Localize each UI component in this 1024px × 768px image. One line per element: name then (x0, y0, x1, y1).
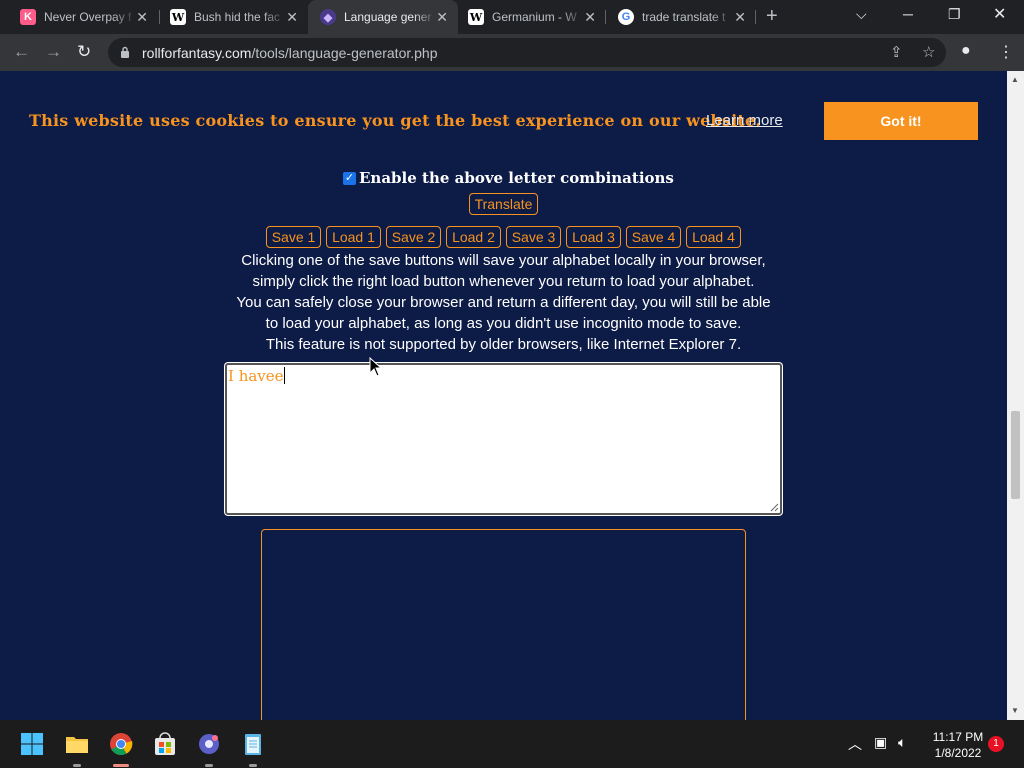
info-line: simply click the right load button whene… (252, 273, 755, 290)
scroll-thumb[interactable] (1011, 411, 1020, 499)
save-load-info: Clicking one of the save buttons will sa… (200, 250, 807, 355)
page-content: This website uses cookies to ensure you … (0, 71, 1007, 720)
tab-title: Language gener (344, 10, 432, 24)
tab-title: Bush hid the fac (194, 10, 281, 24)
save-4-button[interactable]: Save 4 (626, 226, 681, 248)
tab-trade-translate[interactable]: G trade translate t ✕ (606, 0, 756, 34)
dice-icon: ◆ (320, 9, 336, 25)
translation-input[interactable]: I havee (225, 363, 782, 515)
chrome-icon[interactable] (109, 732, 133, 756)
load-3-button[interactable]: Load 3 (566, 226, 621, 248)
url-text[interactable]: rollforfantasy.com/tools/language-genera… (142, 45, 438, 61)
back-arrow-icon[interactable]: ← (13, 42, 30, 62)
info-line: This feature is not supported by older b… (265, 336, 742, 353)
close-tab-icon[interactable]: ✕ (436, 9, 448, 26)
running-indicator (205, 764, 213, 767)
tab-divider (755, 10, 756, 24)
cookie-message: This website uses cookies to ensure you … (29, 111, 762, 130)
running-indicator (73, 764, 81, 767)
lock-icon[interactable] (120, 46, 130, 58)
k-logo-icon: K (20, 9, 36, 25)
show-hidden-icons-chevron-icon[interactable]: ︿ (848, 734, 862, 754)
resize-handle-icon[interactable] (769, 502, 779, 512)
translation-output (261, 529, 746, 720)
close-tab-icon[interactable]: ✕ (136, 9, 148, 26)
tab-bush-hid-the-facts[interactable]: W Bush hid the fac ✕ (158, 0, 308, 34)
windows-taskbar: ︿ ▣ 🔈︎ 11:17 PM 1/8/2022 1 (0, 720, 1024, 768)
close-tab-icon[interactable]: ✕ (734, 9, 746, 26)
windows-start-icon[interactable] (20, 732, 44, 756)
save-2-button[interactable]: Save 2 (386, 226, 441, 248)
forward-arrow-icon[interactable]: → (45, 42, 62, 62)
tab-germanium[interactable]: W Germanium - W ✕ (456, 0, 606, 34)
load-1-button[interactable]: Load 1 (326, 226, 381, 248)
minimize-icon[interactable]: ─ (903, 6, 913, 22)
active-indicator (113, 764, 129, 767)
tab-title: trade translate t (642, 10, 726, 24)
notification-badge[interactable]: 1 (988, 736, 1004, 752)
cookie-accept-button[interactable]: Got it! (824, 102, 978, 140)
microsoft-store-icon[interactable] (153, 732, 177, 756)
google-icon: G (618, 9, 634, 25)
clock-date: 1/8/2022 (934, 746, 982, 760)
restore-icon[interactable]: ❐ (948, 6, 961, 23)
load-4-button[interactable]: Load 4 (686, 226, 741, 248)
close-tab-icon[interactable]: ✕ (584, 9, 596, 26)
running-indicator (249, 764, 257, 767)
info-line: to load your alphabet, as long as you di… (265, 315, 742, 332)
tab-strip: K Never Overpay f ✕ W Bush hid the fac ✕… (0, 0, 1024, 34)
enable-combinations-row: ✓ Enable the above letter combinations (343, 169, 674, 187)
tab-search-chevron-icon[interactable]: ⌵ (856, 6, 867, 23)
browser-toolbar: ← → ↻ rollforfantasy.com/tools/language-… (0, 34, 1024, 71)
mouse-pointer-icon (369, 357, 383, 377)
close-tab-icon[interactable]: ✕ (286, 9, 298, 26)
save-1-button[interactable]: Save 1 (266, 226, 321, 248)
scroll-up-arrow-icon[interactable]: ▲ (1011, 75, 1019, 84)
enable-combinations-checkbox[interactable]: ✓ (343, 171, 356, 185)
clock-time: 11:17 PM (932, 730, 984, 744)
profile-icon[interactable]: ● (961, 42, 971, 60)
media-player-icon[interactable] (197, 732, 221, 756)
url-host: rollforfantasy.com (142, 45, 252, 61)
wikipedia-icon: W (170, 9, 186, 25)
close-window-icon[interactable]: ✕ (993, 4, 1006, 24)
translate-button[interactable]: Translate (469, 193, 538, 215)
save-3-button[interactable]: Save 3 (506, 226, 561, 248)
tab-title: Never Overpay f (44, 10, 132, 24)
load-2-button[interactable]: Load 2 (446, 226, 501, 248)
page-scrollbar[interactable]: ▲ ▼ (1007, 71, 1024, 720)
info-line: You can safely close your browser and re… (236, 294, 771, 311)
translation-input-value[interactable]: I havee (228, 367, 285, 385)
scroll-down-arrow-icon[interactable]: ▼ (1011, 706, 1019, 715)
new-tab-plus-icon[interactable]: + (766, 5, 778, 28)
wikipedia-icon: W (468, 9, 484, 25)
enable-combinations-label[interactable]: Enable the above letter combinations (359, 169, 674, 187)
reload-icon[interactable]: ↻ (77, 42, 91, 62)
text-caret (283, 367, 285, 384)
tab-language-generator[interactable]: ◆ Language gener ✕ (308, 0, 458, 34)
info-line: Clicking one of the save buttons will sa… (241, 252, 766, 269)
notepad-icon[interactable] (241, 732, 265, 756)
tab-title: Germanium - W (492, 10, 577, 24)
system-clock[interactable]: 11:17 PM 1/8/2022 (928, 729, 988, 761)
url-path: /tools/language-generator.php (251, 45, 438, 61)
tab-never-overpay[interactable]: K Never Overpay f ✕ (8, 0, 158, 34)
address-bar[interactable]: rollforfantasy.com/tools/language-genera… (108, 38, 946, 67)
bookmark-star-icon[interactable]: ☆ (922, 43, 935, 61)
volume-icon[interactable]: 🔈︎ (898, 734, 906, 751)
share-icon[interactable]: ⇪ (890, 43, 903, 61)
learn-more-link[interactable]: Learn more (706, 112, 783, 129)
menu-kebab-icon[interactable]: ⋮ (998, 42, 1014, 62)
file-explorer-icon[interactable] (65, 732, 89, 756)
network-icon[interactable]: ▣ (874, 734, 887, 751)
